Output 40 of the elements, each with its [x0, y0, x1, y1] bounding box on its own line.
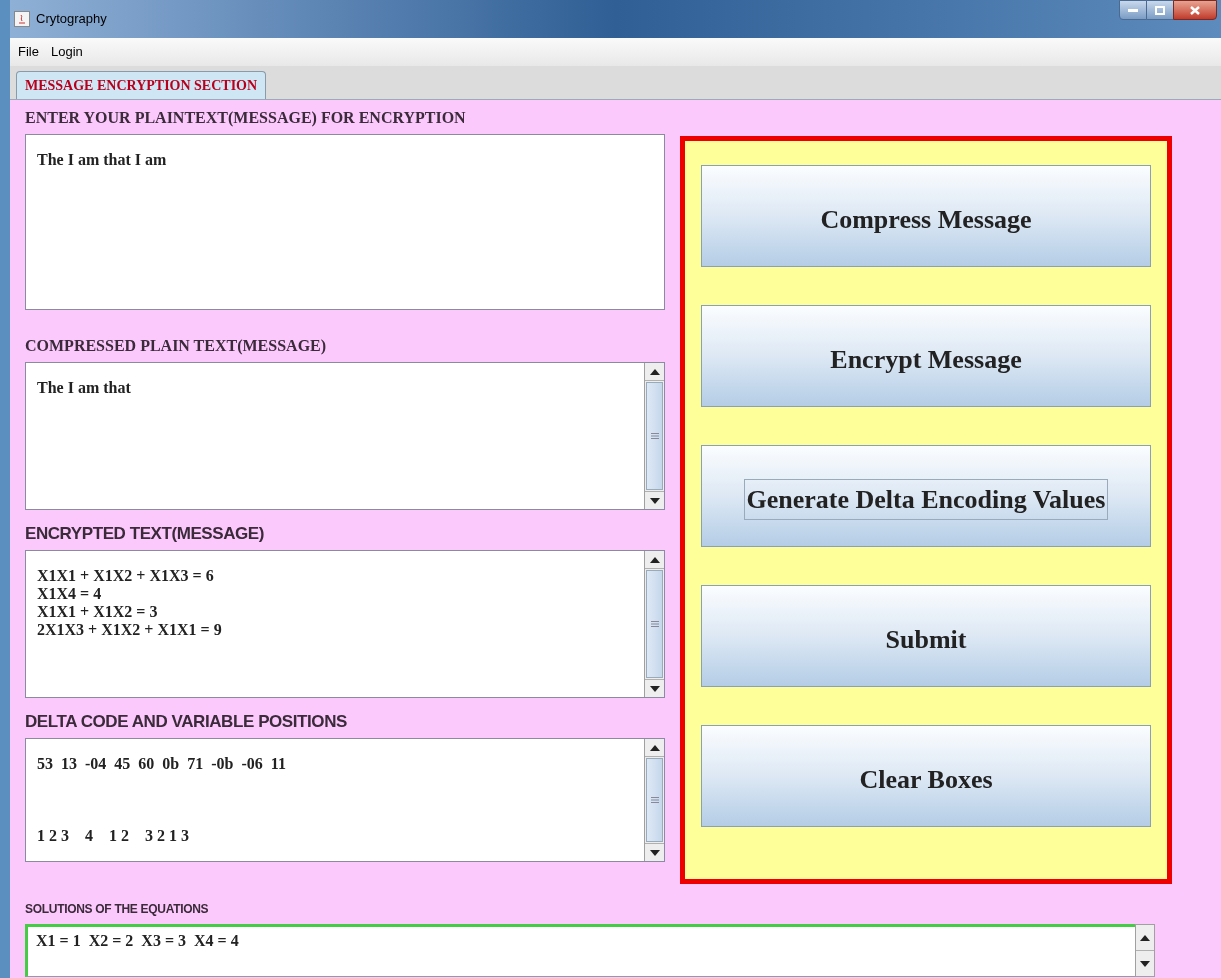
menu-item[interactable]: Login	[50, 42, 83, 62]
section-label: COMPRESSED PLAIN TEXT(MESSAGE)	[25, 336, 328, 356]
window-title: Crytography	[36, 10, 107, 29]
scrollbar[interactable]	[644, 551, 664, 697]
minimize-icon	[1128, 8, 1138, 12]
close-button[interactable]	[1173, 0, 1217, 20]
text-line: 53 13 -04 45 60 0b 71 -0b -06 11	[37, 755, 287, 773]
text-line: The I am that	[37, 379, 132, 397]
grip-icon	[650, 797, 659, 803]
section-label: ENCRYPTED TEXT(MESSAGE)	[25, 524, 265, 544]
text-line: 2X1X3 + X1X2 + X1X1 = 9	[37, 621, 223, 639]
action-button[interactable]: Generate Delta Encoding Values	[701, 445, 1151, 547]
action-button[interactable]: Clear Boxes	[701, 725, 1151, 827]
section-label: DELTA CODE AND VARIABLE POSITIONS	[25, 712, 348, 732]
minimize-button[interactable]	[1119, 0, 1147, 20]
text-line: X1X1 + X1X2 + X1X3 = 6	[37, 567, 215, 585]
action-button[interactable]: Submit	[701, 585, 1151, 687]
grip-icon	[650, 433, 659, 439]
maximize-button[interactable]	[1147, 0, 1173, 20]
solutions-field[interactable]: X1 = 1 X2 = 2 X3 = 3 X4 = 4	[25, 924, 1135, 977]
text-area[interactable]: The I am that I am	[25, 134, 665, 310]
text-area[interactable]: The I am that	[25, 362, 665, 510]
close-icon	[1190, 5, 1200, 15]
text-line: X1X4 = 4	[37, 585, 103, 603]
scrollbar[interactable]	[1135, 924, 1155, 977]
tab[interactable]: MESSAGE ENCRYPTION SECTION	[16, 71, 267, 99]
scrollbar[interactable]	[644, 363, 664, 509]
action-button[interactable]: Encrypt Message	[701, 305, 1151, 407]
menu-item[interactable]: File	[18, 42, 39, 62]
section-label: ENTER YOUR PLAINTEXT(MESSAGE) FOR ENCRYPTION	[25, 108, 467, 128]
text-line: 1 2 3 4 1 2 3 2 1 3	[37, 827, 190, 845]
grip-icon	[650, 621, 659, 627]
maximize-icon	[1155, 5, 1165, 15]
text-line: X1X1 + X1X2 = 3	[37, 603, 159, 621]
scrollbar[interactable]	[644, 739, 664, 861]
text-area[interactable]: 53 13 -04 45 60 0b 71 -0b -06 11 1 2 3 4 1 2 3 2 1 3	[25, 738, 665, 862]
action-button[interactable]: Compress Message	[701, 165, 1151, 267]
section-label: SOLUTIONS OF THE EQUATIONS	[25, 901, 210, 918]
text-area[interactable]: X1X1 + X1X2 + X1X3 = 6 X1X4 = 4 X1X1 + X1X2 = 3 2X1X3 + X1X2 + X1X1 = 9	[25, 550, 665, 698]
text-line: The I am that I am	[37, 151, 168, 169]
